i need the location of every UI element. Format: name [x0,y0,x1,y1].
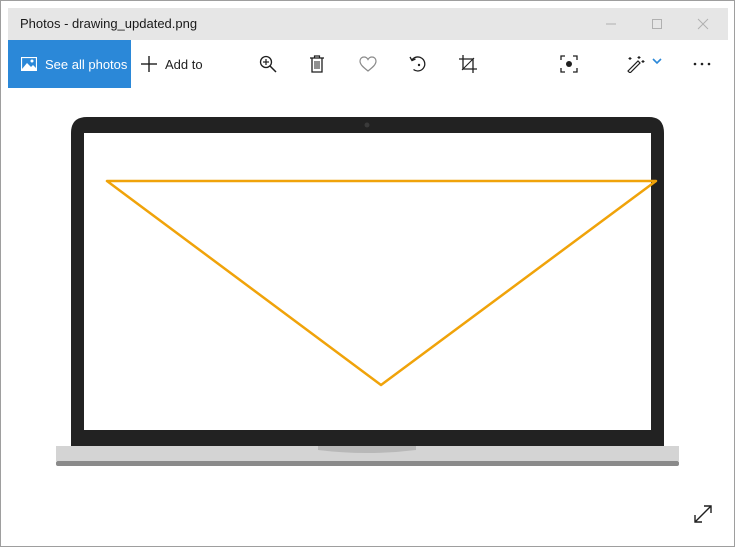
trash-icon [310,55,324,73]
laptop-screen [84,133,651,430]
zoom-in-button[interactable] [255,52,281,76]
add-to-label: Add to [165,56,203,72]
chevron-down-icon [652,58,662,65]
edit-create-button[interactable] [624,52,664,76]
enhance-icon [560,55,578,73]
minimize-icon [606,23,616,25]
rotate-icon [409,56,426,72]
image-viewer[interactable] [8,88,728,540]
photo-image [56,117,679,466]
add-to-button[interactable]: Add to [141,40,203,88]
more-button[interactable] [689,52,715,76]
see-all-photos-label: See all photos [45,56,128,72]
title-bar[interactable]: Photos - drawing_updated.png [8,8,728,40]
maximize-icon [652,19,662,29]
delete-button[interactable] [304,52,330,76]
image-icon [21,57,37,71]
crop-icon [459,55,477,73]
window-title: Photos - drawing_updated.png [20,16,198,31]
crop-button[interactable] [455,52,481,76]
minimize-button[interactable] [588,8,634,40]
rotate-button[interactable] [405,52,431,76]
enhance-button[interactable] [556,52,582,76]
laptop-base-shadow [56,461,679,466]
heart-icon [359,56,377,72]
edit-create-icon [627,56,645,73]
plus-icon [141,56,157,72]
photos-window: Photos - drawing_updated.png See all pho… [0,0,735,547]
see-all-photos-button[interactable]: See all photos [8,40,131,88]
laptop-camera [364,122,370,128]
close-icon [697,18,709,30]
close-button[interactable] [680,8,726,40]
expand-icon [694,505,712,523]
full-screen-button[interactable] [691,502,715,526]
more-icon [693,62,711,66]
maximize-button[interactable] [634,8,680,40]
favorite-button[interactable] [355,52,381,76]
zoom-in-icon [259,55,277,73]
toolbar: See all photos Add to [8,40,728,88]
